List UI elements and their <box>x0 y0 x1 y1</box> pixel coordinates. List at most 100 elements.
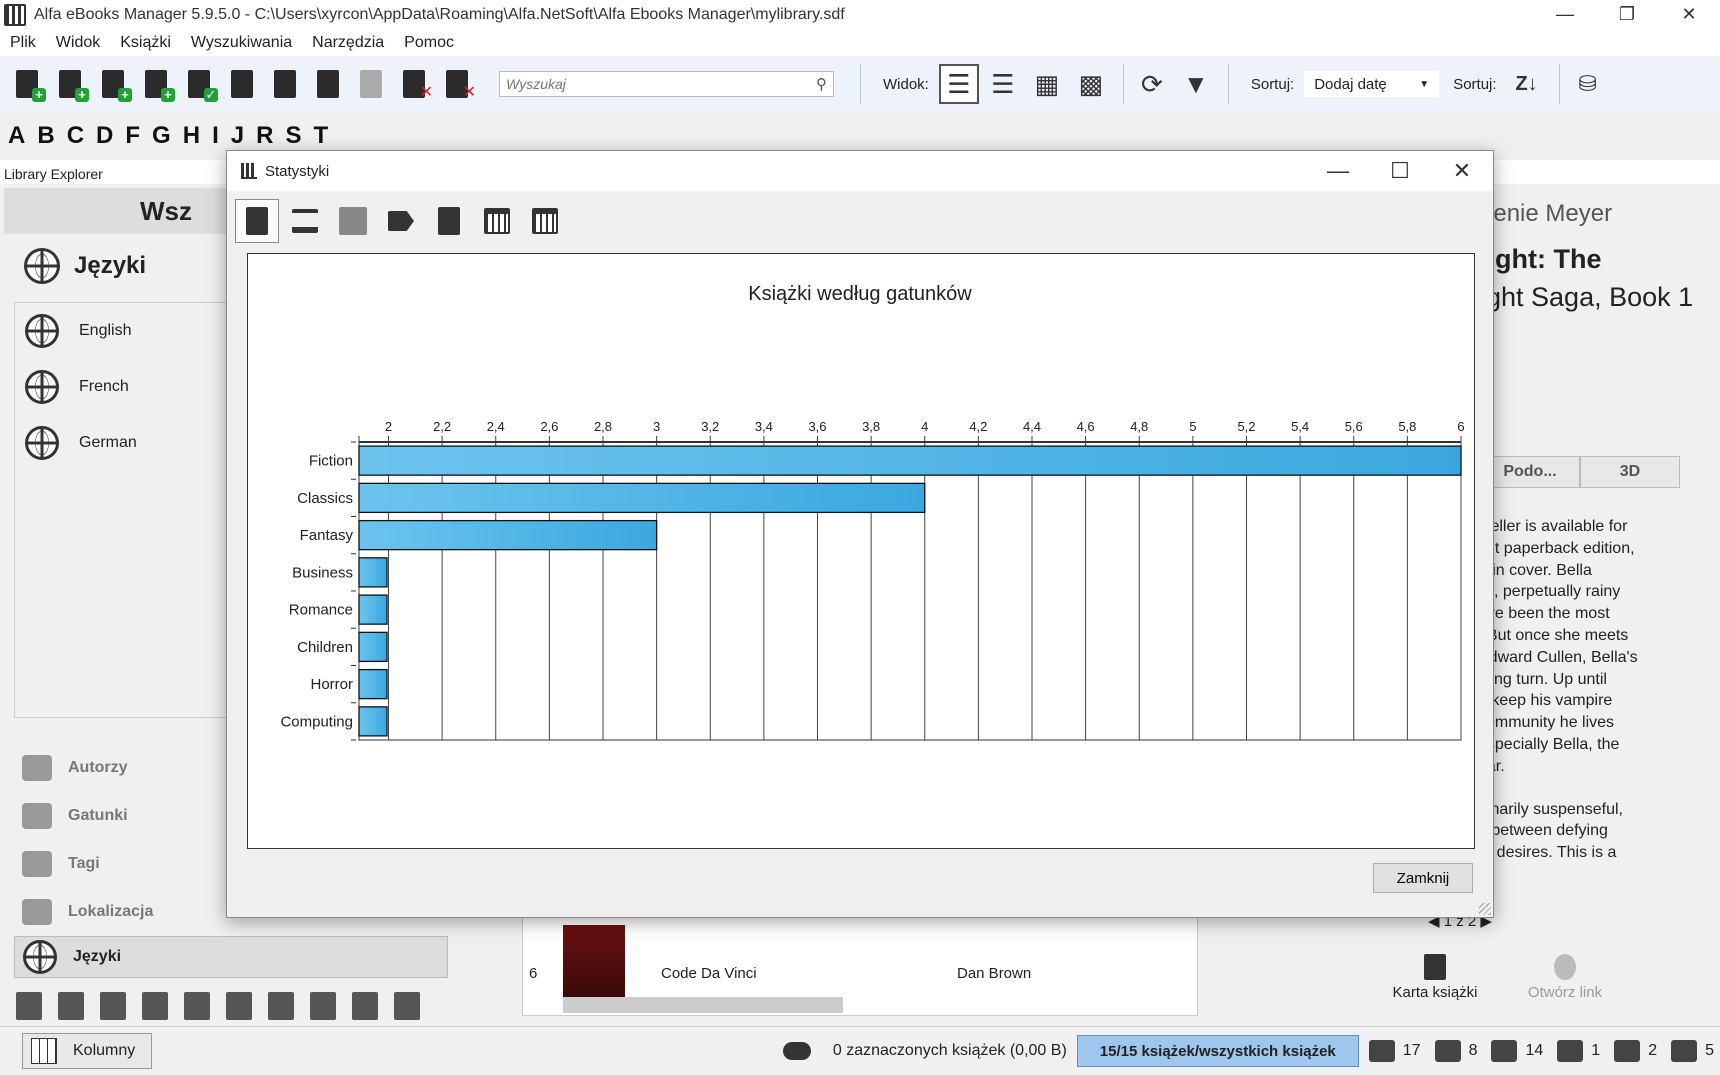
letter-s[interactable]: S <box>285 122 301 150</box>
columns-button[interactable]: Kolumny <box>22 1033 152 1069</box>
publishers-icon[interactable] <box>16 992 42 1020</box>
count-value: 8 <box>1468 1042 1478 1059</box>
book-title[interactable]: Code Da Vinci <box>661 965 757 982</box>
genres-icon <box>22 803 52 829</box>
letter-c[interactable]: C <box>67 122 84 150</box>
resize-grip-icon[interactable] <box>1479 903 1491 915</box>
description-line: e-in cover. Bella <box>1478 561 1592 579</box>
tab-similar[interactable]: Podo... <box>1480 456 1580 488</box>
book-cover[interactable] <box>563 925 625 997</box>
add-folder-icon[interactable]: + <box>98 68 132 102</box>
letter-a[interactable]: A <box>8 122 25 150</box>
publishers-icon <box>292 209 318 233</box>
x-tick-label: 4,8 <box>1130 419 1148 434</box>
delete-file-icon[interactable]: ✕ <box>442 68 476 101</box>
category-label: Classics <box>297 490 353 507</box>
tags-icon <box>1614 1040 1641 1062</box>
delete-book-icon[interactable]: ✕ <box>399 68 433 101</box>
minimize-icon[interactable]: — <box>1307 151 1369 191</box>
barcode-icon[interactable] <box>227 68 257 100</box>
letter-f[interactable]: F <box>125 122 140 150</box>
tab-year[interactable] <box>475 199 519 243</box>
refresh-icon[interactable]: ⟳ <box>1132 64 1172 104</box>
query-icon[interactable] <box>352 992 378 1020</box>
sort-select[interactable]: Dodaj datę ▼ <box>1304 71 1440 97</box>
statistics-tabs <box>227 191 1493 245</box>
search-box[interactable]: ⚲ <box>499 71 834 97</box>
database-icon[interactable]: ⛁ <box>1568 64 1608 104</box>
letter-b[interactable]: B <box>37 122 54 150</box>
view-grid-icon[interactable]: ▦ <box>1027 64 1067 104</box>
letter-h[interactable]: H <box>183 122 200 150</box>
toolbar-separator <box>1122 64 1124 104</box>
x-tick-label: 3,6 <box>808 419 826 434</box>
tab-genres[interactable] <box>235 199 279 243</box>
x-tick-label: 4,6 <box>1077 419 1095 434</box>
tab-3d[interactable]: 3D <box>1580 456 1680 488</box>
calendar-icon[interactable] <box>184 992 210 1020</box>
menu-ksiazki[interactable]: Książki <box>110 34 181 52</box>
toolbar-separator <box>1558 64 1560 104</box>
letter-d[interactable]: D <box>96 122 113 150</box>
date-icon[interactable] <box>310 992 336 1020</box>
copies-icon[interactable] <box>268 992 294 1020</box>
tab-bookmarks[interactable] <box>427 199 471 243</box>
cloud-icon[interactable] <box>782 1042 811 1060</box>
add-file-icon[interactable]: + <box>55 68 89 102</box>
tab-date-added[interactable] <box>523 199 567 243</box>
online-info-icon[interactable] <box>313 68 343 100</box>
series-icon[interactable] <box>58 992 84 1020</box>
letter-r[interactable]: R <box>256 122 273 150</box>
close-icon[interactable]: ✕ <box>1431 151 1493 191</box>
tab-series[interactable] <box>331 199 375 243</box>
letter-j[interactable]: J <box>231 122 244 150</box>
alphabet-bar: A B C D F G H I J R S T <box>0 118 340 154</box>
horizontal-scrollbar[interactable] <box>563 997 843 1013</box>
tab-publishers[interactable] <box>283 199 327 243</box>
grid-icon <box>31 1038 57 1064</box>
view-tiles-icon[interactable]: ▩ <box>1071 64 1111 104</box>
menu-pomoc[interactable]: Pomoc <box>394 34 464 52</box>
restore-icon[interactable]: ❐ <box>1596 0 1658 30</box>
book-author-detail[interactable]: henie Meyer <box>1480 200 1612 228</box>
maximize-icon[interactable]: ☐ <box>1369 151 1431 191</box>
view-details-icon[interactable]: ☰ <box>938 64 979 104</box>
open-link-button[interactable]: Otwórz link <box>1500 954 1630 1001</box>
category-label: Children <box>297 639 353 656</box>
menu-wyszukiwania[interactable]: Wyszukiwania <box>181 34 302 52</box>
menu-plik[interactable]: Plik <box>0 34 46 52</box>
menu-narzedzia[interactable]: Narzędzia <box>302 34 394 52</box>
copy-icon[interactable] <box>356 68 386 100</box>
search-input[interactable] <box>506 76 816 92</box>
sort-az-icon[interactable]: Z↓ <box>1507 64 1547 104</box>
minimize-icon[interactable]: — <box>1534 0 1596 30</box>
bar <box>358 482 926 514</box>
close-icon[interactable]: ✕ <box>1658 0 1720 30</box>
nav-languages[interactable]: Języki <box>14 936 448 978</box>
count-value: 17 <box>1402 1042 1421 1059</box>
edit-book-icon[interactable] <box>270 68 300 100</box>
x-tick-label: 3 <box>653 419 660 434</box>
book-icon[interactable] <box>100 992 126 1020</box>
star-icon[interactable] <box>142 992 168 1020</box>
description-line: all, perpetually rainy <box>1478 583 1621 601</box>
search-icon[interactable]: ⚲ <box>816 75 827 93</box>
letter-t[interactable]: T <box>313 122 328 150</box>
add-book-icon[interactable]: + <box>12 68 46 102</box>
clear-filter-icon[interactable]: ▼ <box>1176 64 1216 104</box>
menu-widok[interactable]: Widok <box>46 34 110 52</box>
warning-icon[interactable] <box>394 992 420 1020</box>
add-web-icon[interactable]: + <box>141 68 175 102</box>
nav-label: Języki <box>73 948 122 965</box>
tab-tags[interactable] <box>379 199 423 243</box>
book-author[interactable]: Dan Brown <box>957 965 1031 982</box>
book-card-button[interactable]: Karta książki <box>1370 954 1500 1001</box>
letter-i[interactable]: I <box>212 122 219 150</box>
view-list-icon[interactable]: ☰ <box>983 64 1023 104</box>
main-toolbar: + + + + ✓ ✕ ✕ ⚲ Widok: ☰ ☰ ▦ ▩ ⟳ ▼ Sortu… <box>0 56 1720 112</box>
letter-g[interactable]: G <box>152 122 171 150</box>
close-button[interactable]: Zamknij <box>1373 863 1473 893</box>
title-bar: Alfa eBooks Manager 5.9.5.0 - C:\Users\x… <box>0 0 1720 30</box>
add-books-icon[interactable]: ✓ <box>184 68 218 102</box>
bookmark-icon[interactable] <box>226 992 252 1020</box>
